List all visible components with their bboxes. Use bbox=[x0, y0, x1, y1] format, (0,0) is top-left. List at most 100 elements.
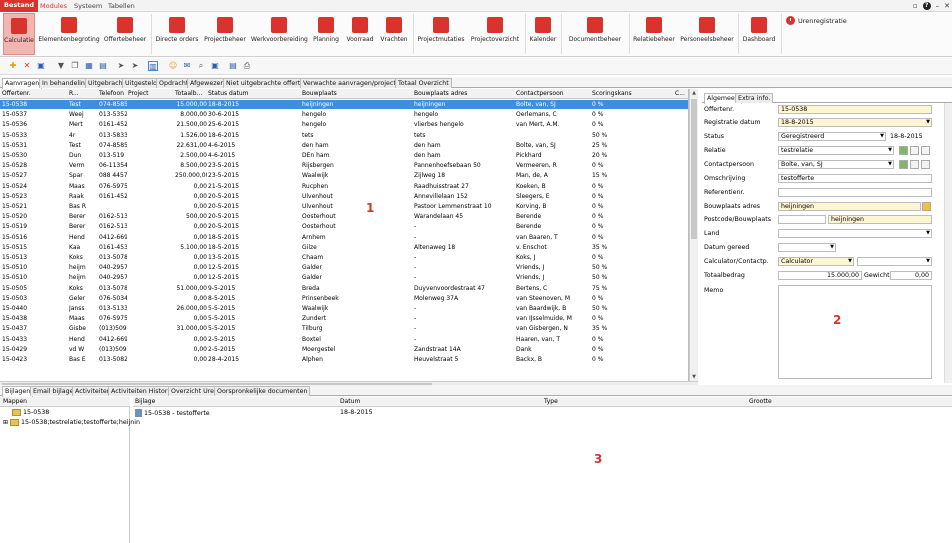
ribbon-directe-orders-button[interactable]: Directe orders bbox=[155, 13, 199, 55]
grid-col-header[interactable]: Telefoon bbox=[99, 90, 127, 97]
chevron-down-icon[interactable]: ▼ bbox=[830, 244, 834, 251]
chevron-down-icon[interactable]: ▼ bbox=[880, 133, 884, 140]
grid-col-header[interactable]: Status datum bbox=[208, 90, 301, 97]
attachment-row[interactable]: 15-0538 - testofferte bbox=[135, 409, 210, 417]
ribbon-dashboard-button[interactable]: Dashboard bbox=[741, 13, 777, 55]
grid-col-header[interactable]: Bouwplaats adres bbox=[414, 90, 515, 97]
copy-icon[interactable]: ❐ bbox=[70, 61, 80, 71]
close-icon[interactable]: ✕ bbox=[944, 2, 950, 10]
ribbon-kalender-button[interactable]: Kalender bbox=[528, 13, 558, 55]
grid-col-header[interactable]: C... bbox=[675, 90, 687, 97]
contact-new-icon[interactable] bbox=[910, 160, 919, 169]
ribbon-projectbeheer-button[interactable]: Projectbeheer bbox=[203, 13, 247, 55]
tab-niet-uitgebrachte-offertes[interactable]: Niet uitgebrachte offertes bbox=[223, 78, 311, 88]
omschrijving-field[interactable]: testofferte bbox=[778, 174, 932, 183]
table-row[interactable]: 15-0536 Mert 0161-452 21.500,00 25-6-2015 hen… bbox=[0, 120, 688, 129]
ribbon-urenregistratie-button[interactable]: Urenregistratie bbox=[786, 16, 847, 25]
relatie-select[interactable]: testrelatie ▼ bbox=[778, 146, 894, 155]
scroll-down-icon[interactable]: ▼ bbox=[691, 374, 697, 380]
tab-aanvragen[interactable]: Aanvragen bbox=[2, 78, 43, 89]
chevron-down-icon[interactable]: ▼ bbox=[888, 161, 892, 168]
scroll-up-icon[interactable]: ▲ bbox=[691, 90, 697, 96]
chevron-down-icon[interactable]: ▼ bbox=[888, 147, 892, 154]
table-row[interactable]: 15-0510 heijm 040-2957 0,00 12-5-2015 Galder -… bbox=[0, 263, 688, 272]
ribbon-projectmutaties-button[interactable]: Projectmutaties bbox=[417, 13, 465, 55]
table-row[interactable]: 15-0524 Maas 076-5975 0,00 21-5-2015 Rucphen R… bbox=[0, 182, 688, 191]
ribbon-calculatie-button[interactable]: Calculatie bbox=[3, 13, 35, 55]
expand-icon[interactable]: ⊞ bbox=[3, 419, 8, 426]
scroll-thumb[interactable] bbox=[691, 99, 697, 239]
detail-scrollbar[interactable] bbox=[944, 103, 952, 383]
table-row[interactable]: 15-0538 Test 074-8585 15.000,00 18-8-2015 hei… bbox=[0, 100, 688, 109]
grid-col-header[interactable]: Bouwplaats bbox=[302, 90, 413, 97]
tab-in-behandeling[interactable]: In behandeling bbox=[39, 78, 92, 88]
relation-card-icon[interactable] bbox=[921, 146, 930, 155]
tab-afgewezen[interactable]: Afgewezen bbox=[187, 78, 228, 88]
referentie-field[interactable] bbox=[778, 188, 932, 197]
menu-tab-bestand[interactable]: Bestand bbox=[0, 0, 39, 12]
grid-col-header[interactable]: Offertenr. bbox=[2, 90, 68, 97]
table-row[interactable]: 15-0438 Maas 076-5975 0,00 5-5-2015 Zundert - v… bbox=[0, 314, 688, 323]
table-row[interactable]: 15-0523 Raak 0161-452 0,00 20-5-2015 Ulvenhou… bbox=[0, 192, 688, 201]
totaalbedrag-field[interactable]: 15.000,00 bbox=[778, 271, 862, 280]
table-row[interactable]: 15-0519 Berer 0162-513 0,00 20-5-2015 Oosterh… bbox=[0, 222, 688, 231]
ribbon-voorraad-button[interactable]: Voorraad bbox=[344, 13, 376, 55]
grid-vertical-scrollbar[interactable]: ▲ ▼ bbox=[689, 89, 698, 381]
table-row[interactable]: 15-0537 Weej 013-5352 8.000,00 30-6-2015 heng… bbox=[0, 110, 688, 119]
table-row[interactable]: 15-0527 Spar 088 4457 250.000,00 23-5-2015 Wa… bbox=[0, 171, 688, 180]
tab-uitgesteld[interactable]: Uitgesteld bbox=[122, 78, 161, 88]
folder-item[interactable]: 15-0538 bbox=[12, 409, 49, 416]
table-row[interactable]: 15-0513 Koks 013-5078 0,00 13-5-2015 Chaam - Ko… bbox=[0, 253, 688, 262]
ribbon-werkvoorbereiding-button[interactable]: Werkvoorbereiding bbox=[251, 13, 308, 55]
table-row[interactable]: 15-0503 Geler 076-5034 0,00 8-5-2015 Prinsenb… bbox=[0, 294, 688, 303]
table-row[interactable]: 15-0516 Hend 0412-669 0,00 18-5-2015 Arnhem - v… bbox=[0, 233, 688, 242]
table-row[interactable]: 15-0440 Janss 013-5133 26.000,00 5-5-2015 Waa… bbox=[0, 304, 688, 313]
menu-tab-systeem[interactable]: Systeem bbox=[70, 1, 106, 12]
col-datum[interactable]: Datum bbox=[340, 397, 360, 407]
calculator-select[interactable]: Calculator ▼ bbox=[778, 257, 854, 266]
import-icon[interactable]: ➤ bbox=[130, 61, 140, 71]
table-row[interactable]: 15-0505 Koks 013-5078 51.000,00 9-5-2015 Bred… bbox=[0, 284, 688, 293]
gewicht-field[interactable]: 0,00 bbox=[890, 271, 932, 280]
grid-col-header[interactable]: Totaalb... bbox=[175, 90, 207, 97]
view-toggle-icon[interactable]: ▥ bbox=[148, 61, 158, 71]
print-icon[interactable]: ⎙ bbox=[242, 61, 252, 71]
bouwplaats-field[interactable]: heijningen bbox=[828, 215, 932, 224]
postcode-field[interactable] bbox=[778, 215, 826, 224]
ribbon-personeelsbeheer-button[interactable]: Personeelsbeheer bbox=[680, 13, 734, 55]
grid-col-header[interactable]: Scoringskans bbox=[592, 90, 674, 97]
contactp-select[interactable]: ▼ bbox=[857, 257, 932, 266]
tab-extra-info[interactable]: Extra info. bbox=[735, 93, 774, 103]
chevron-down-icon[interactable]: ▼ bbox=[926, 258, 930, 265]
table-row[interactable]: 15-0520 Berer 0162-513 500,00 20-5-2015 Ooste… bbox=[0, 212, 688, 221]
table-row[interactable]: 15-0429 vd W (013)509 0,00 2-5-2015 Moergeste… bbox=[0, 345, 688, 354]
contact-card-icon[interactable] bbox=[921, 160, 930, 169]
table-row[interactable]: 15-0423 Bas E 013-5082 0,00 28-4-2015 Alphen H… bbox=[0, 355, 688, 364]
delete-icon[interactable]: ✕ bbox=[22, 61, 32, 71]
lightbulb-icon[interactable] bbox=[922, 202, 931, 211]
ribbon-elementenbegroting-button[interactable]: Elementenbegroting bbox=[38, 13, 100, 55]
grid-icon[interactable]: ▦ bbox=[84, 61, 94, 71]
minimize-icon[interactable]: – bbox=[936, 2, 940, 10]
user-icon[interactable]: ☺ bbox=[168, 61, 178, 71]
restore-icon[interactable]: ▫ bbox=[913, 2, 918, 10]
col-type[interactable]: Type bbox=[544, 397, 558, 407]
menu-tab-tabellen[interactable]: Tabellen bbox=[104, 1, 139, 12]
table-row[interactable]: 15-0437 Gisbe (013)509 31.000,00 5-5-2015 Til… bbox=[0, 324, 688, 333]
tab-totaal-overzicht[interactable]: Totaal Overzicht bbox=[395, 78, 452, 88]
mail-icon[interactable]: ✉ bbox=[182, 61, 192, 71]
relation-edit-icon[interactable] bbox=[899, 146, 908, 155]
tab-verwachte-aanvragen[interactable]: Verwachte aanvragen/projecten bbox=[300, 78, 407, 88]
contactpersoon-select[interactable]: Bolte, van, SJ ▼ bbox=[778, 160, 894, 169]
grid-col-header[interactable]: Project bbox=[128, 90, 174, 97]
tab-bijlagen[interactable]: Bijlagen bbox=[2, 386, 34, 397]
chevron-down-icon[interactable]: ▼ bbox=[926, 230, 930, 237]
col-bijlage[interactable]: Bijlage bbox=[135, 397, 155, 407]
table-row[interactable]: 15-0528 Verm 06-11354 8.500,00 23-5-2015 Rijs… bbox=[0, 161, 688, 170]
ribbon-offertebeheer-button[interactable]: Offertebeheer bbox=[103, 13, 147, 55]
grid-col-header[interactable]: R... bbox=[69, 90, 98, 97]
ribbon-documentbeheer-button[interactable]: Documentbeheer bbox=[564, 13, 626, 55]
table-row[interactable]: 15-0533 4r 013-5833 1.526,00 18-6-2015 tets te… bbox=[0, 131, 688, 140]
list-icon[interactable]: ▤ bbox=[98, 61, 108, 71]
chart-icon[interactable]: ▣ bbox=[210, 61, 220, 71]
